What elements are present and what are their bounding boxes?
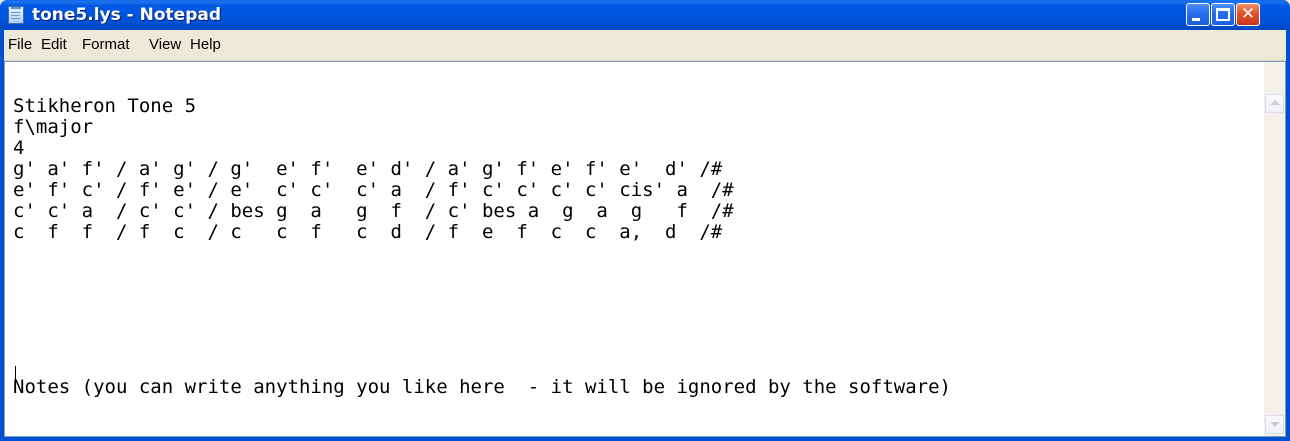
- menu-format[interactable]: Format: [82, 36, 130, 54]
- editor-line[interactable]: c f f / f c / c c f c d / f e f c c a, d…: [13, 222, 722, 242]
- window-frame-bottom: [0, 437, 1290, 441]
- text-editor[interactable]: Stikheron Tone 5 f\major 4 g' a' f' / a'…: [4, 61, 1286, 437]
- notepad-icon[interactable]: [8, 6, 24, 24]
- editor-line[interactable]: e' f' c' / f' e' / e' c' c' c' a / f' c'…: [13, 180, 734, 200]
- chevron-down-icon: [1270, 422, 1280, 427]
- window-title: tone5.lys - Notepad: [32, 5, 222, 25]
- scroll-up-button[interactable]: [1265, 94, 1284, 113]
- menu-file[interactable]: File: [8, 36, 32, 54]
- minimize-icon: [1192, 18, 1200, 21]
- maximize-icon: [1216, 8, 1230, 21]
- window-frame-left: [0, 30, 4, 441]
- window-frame-right: [1286, 30, 1290, 441]
- close-button[interactable]: ✕: [1236, 3, 1260, 26]
- text-caret: [15, 366, 16, 386]
- scroll-down-button[interactable]: [1265, 415, 1284, 434]
- menu-help[interactable]: Help: [190, 36, 221, 54]
- menu-bar: File Edit Format View Help: [0, 30, 1290, 61]
- vertical-scrollbar[interactable]: [1264, 62, 1285, 436]
- close-icon: ✕: [1240, 4, 1256, 24]
- editor-line[interactable]: 4: [13, 138, 24, 158]
- editor-line[interactable]: Notes (you can write anything you like h…: [13, 377, 951, 397]
- editor-line[interactable]: f\major: [13, 117, 93, 137]
- maximize-button[interactable]: [1211, 3, 1235, 26]
- editor-line[interactable]: Stikheron Tone 5: [13, 96, 196, 116]
- menu-view[interactable]: View: [149, 36, 181, 54]
- editor-line[interactable]: g' a' f' / a' g' / g' e' f' e' d' / a' g…: [13, 159, 722, 179]
- minimize-button[interactable]: [1186, 3, 1210, 26]
- chevron-up-icon: [1270, 100, 1280, 105]
- editor-line[interactable]: c' c' a / c' c' / bes g a g f / c' bes a…: [13, 201, 734, 221]
- menu-edit[interactable]: Edit: [41, 36, 67, 54]
- title-bar[interactable]: tone5.lys - Notepad ✕: [0, 0, 1290, 30]
